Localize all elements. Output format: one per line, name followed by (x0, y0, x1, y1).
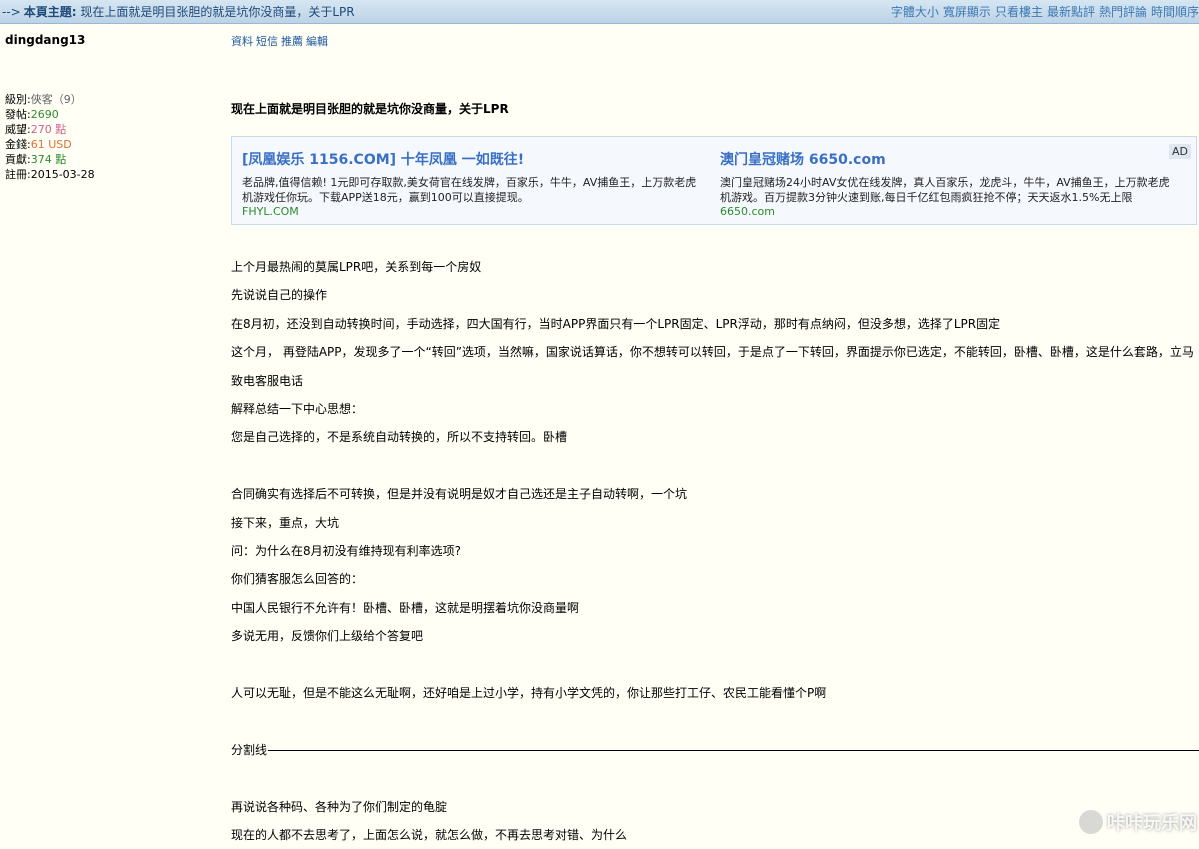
divider-label: 分割线 (231, 742, 268, 757)
ad-title[interactable]: 澳门皇冠赌场 6650.com (720, 149, 1180, 171)
font-size-link[interactable]: 字體大小 (891, 3, 939, 20)
post-paragraph: 再说说各种码、各种为了你们制定的龟腚 (231, 799, 448, 814)
ad-url[interactable]: 6650.com (720, 205, 1180, 218)
post-paragraph: 中国人民银行不允许有！卧槽、卧槽，这就是明摆着坑你没商量啊 (231, 600, 580, 615)
topic-subject: 现在上面就是明目张胆的就是坑你没商量，关于LPR (80, 5, 355, 19)
post-title: 现在上面就是明目张胆的就是坑你没商量，关于LPR (231, 102, 509, 116)
stat-value: 61 USD (30, 138, 72, 151)
divider-rule (268, 749, 1199, 751)
post-paragraph: 多说无用，反馈你们上级给个答复吧 (231, 629, 424, 644)
post-paragraph: 上个月最热闹的莫属LPR吧，关系到每一个房奴 (231, 260, 482, 274)
stat-value: 俠客（9） (30, 93, 82, 106)
post-paragraph: 这个月， 再登陆APP，发现多了一个“转回”选项，当然嘛，国家说话算话，你不想转… (231, 345, 1194, 388)
ad-text: 老品牌,值得信赖! 1元即可存取款,美女荷官在线发牌，百家乐，牛牛，AV捕鱼王，… (242, 176, 697, 204)
post-paragraph: 您是自己选择的，不是系统自动转换的，所以不支持转回。卧槽 (231, 430, 568, 445)
ad-title[interactable]: [凤凰娱乐 1156.COM] 十年凤凰 一如既往! (242, 149, 702, 171)
stat-label: 威望: (5, 123, 31, 136)
stat-label: 金錢: (5, 138, 31, 151)
stat-registered: 註冊:2015-03-28 (5, 167, 95, 182)
stat-label: 級別: (5, 93, 31, 106)
ad-item[interactable]: [凤凰娱乐 1156.COM] 十年凤凰 一如既往! 老品牌,值得信赖! 1元即… (242, 149, 702, 218)
site-watermark: 咔咔玩乐网 (1079, 809, 1197, 835)
stat-money: 金錢:61 USD (5, 137, 95, 152)
post-paragraph: 人可以无耻，但是不能这么无耻啊，还好咱是上过小学，持有小学文凭的，你让那些打工仔… (231, 686, 827, 701)
stat-value: 270 點 (30, 123, 67, 136)
edit-link[interactable]: 編輯 (306, 35, 328, 48)
hot-comments-link[interactable]: 熱門評論 (1099, 3, 1147, 20)
ad-item[interactable]: 澳门皇冠赌场 6650.com 澳门皇冠赌场24小时AV女优在线发牌，真人百家乐… (720, 149, 1180, 218)
post-paragraph: 问：为什么在8月初没有维持现有利率选项? (231, 544, 462, 559)
topic-header: --> 本頁主題: 现在上面就是明目张胆的就是坑你没商量，关于LPR (0, 3, 355, 20)
ad-box: AD [凤凰娱乐 1156.COM] 十年凤凰 一如既往! 老品牌,值得信赖! … (231, 136, 1197, 225)
wide-screen-link[interactable]: 寬屏顯示 (943, 3, 991, 20)
post-paragraph: 你们猜客服怎么回答的： (231, 572, 364, 587)
ad-text: 澳门皇冠赌场24小时AV女优在线发牌，真人百家乐，龙虎斗，牛牛，AV捕鱼王，上万… (720, 176, 1170, 204)
post-user-links: 資料 短信 推薦 編輯 (231, 33, 331, 49)
stat-label: 貢獻: (5, 153, 31, 166)
ad-url[interactable]: FHYL.COM (242, 205, 702, 218)
post-paragraph: 合同确实有选择后不可转换，但是并没有说明是奴才自己选还是主子自动转啊，一个坑 (231, 487, 688, 502)
topic-actions: 字體大小 寬屏顯示 只看樓主 最新點評 熱門評論 時間順序 (891, 3, 1199, 20)
message-link[interactable]: 短信 (256, 35, 278, 48)
stat-prestige: 威望:270 點 (5, 122, 95, 137)
watermark-logo-icon (1079, 810, 1103, 834)
stat-value: 2690 (30, 108, 59, 121)
stat-contribution: 貢獻:374 點 (5, 152, 95, 167)
topic-header-bar: --> 本頁主題: 现在上面就是明目张胆的就是坑你没商量，关于LPR 字體大小 寬… (0, 0, 1199, 24)
time-order-link[interactable]: 時間順序 (1151, 3, 1199, 20)
stat-label: 發帖: (5, 108, 31, 121)
stat-posts: 發帖:2690 (5, 107, 95, 122)
post-paragraph: 接下来，重点，大坑 (231, 515, 340, 530)
latest-reviews-link[interactable]: 最新點評 (1047, 3, 1095, 20)
arrow-icon: --> (2, 5, 21, 19)
watermark-text: 咔咔玩乐网 (1107, 813, 1197, 834)
stat-level: 級別:俠客（9） (5, 92, 95, 107)
stat-value: 2015-03-28 (30, 168, 95, 181)
stat-label: 註冊: (5, 168, 31, 181)
profile-link[interactable]: 資料 (231, 35, 253, 48)
recommend-link[interactable]: 推薦 (281, 35, 303, 48)
post-paragraph: 先说说自己的操作 (231, 288, 328, 303)
divider-line: 分割线 (231, 736, 1199, 764)
author-only-link[interactable]: 只看樓主 (995, 3, 1043, 20)
post-paragraph: 现在的人都不去思考了，上面怎么说，就怎么做，不再去思考对错、为什么 (231, 828, 628, 843)
post-paragraph: 解释总结一下中心思想： (231, 402, 364, 417)
post-body: 上个月最热闹的莫属LPR吧，关系到每一个房奴 先说说自己的操作 在8月初，还没到… (231, 253, 1199, 849)
author-name[interactable]: dingdang13 (5, 33, 85, 47)
post-paragraph: 在8月初，还没到自动转换时间，手动选择，四大国有行，当时APP界面只有一个LPR… (231, 316, 1001, 331)
author-sidebar: dingdang13 級別:俠客（9） 發帖:2690 威望:270 點 金錢:… (0, 24, 226, 837)
topic-label: 本頁主題: (23, 5, 77, 19)
stat-value: 374 點 (30, 153, 67, 166)
author-stats: 級別:俠客（9） 發帖:2690 威望:270 點 金錢:61 USD 貢獻:3… (5, 92, 95, 182)
